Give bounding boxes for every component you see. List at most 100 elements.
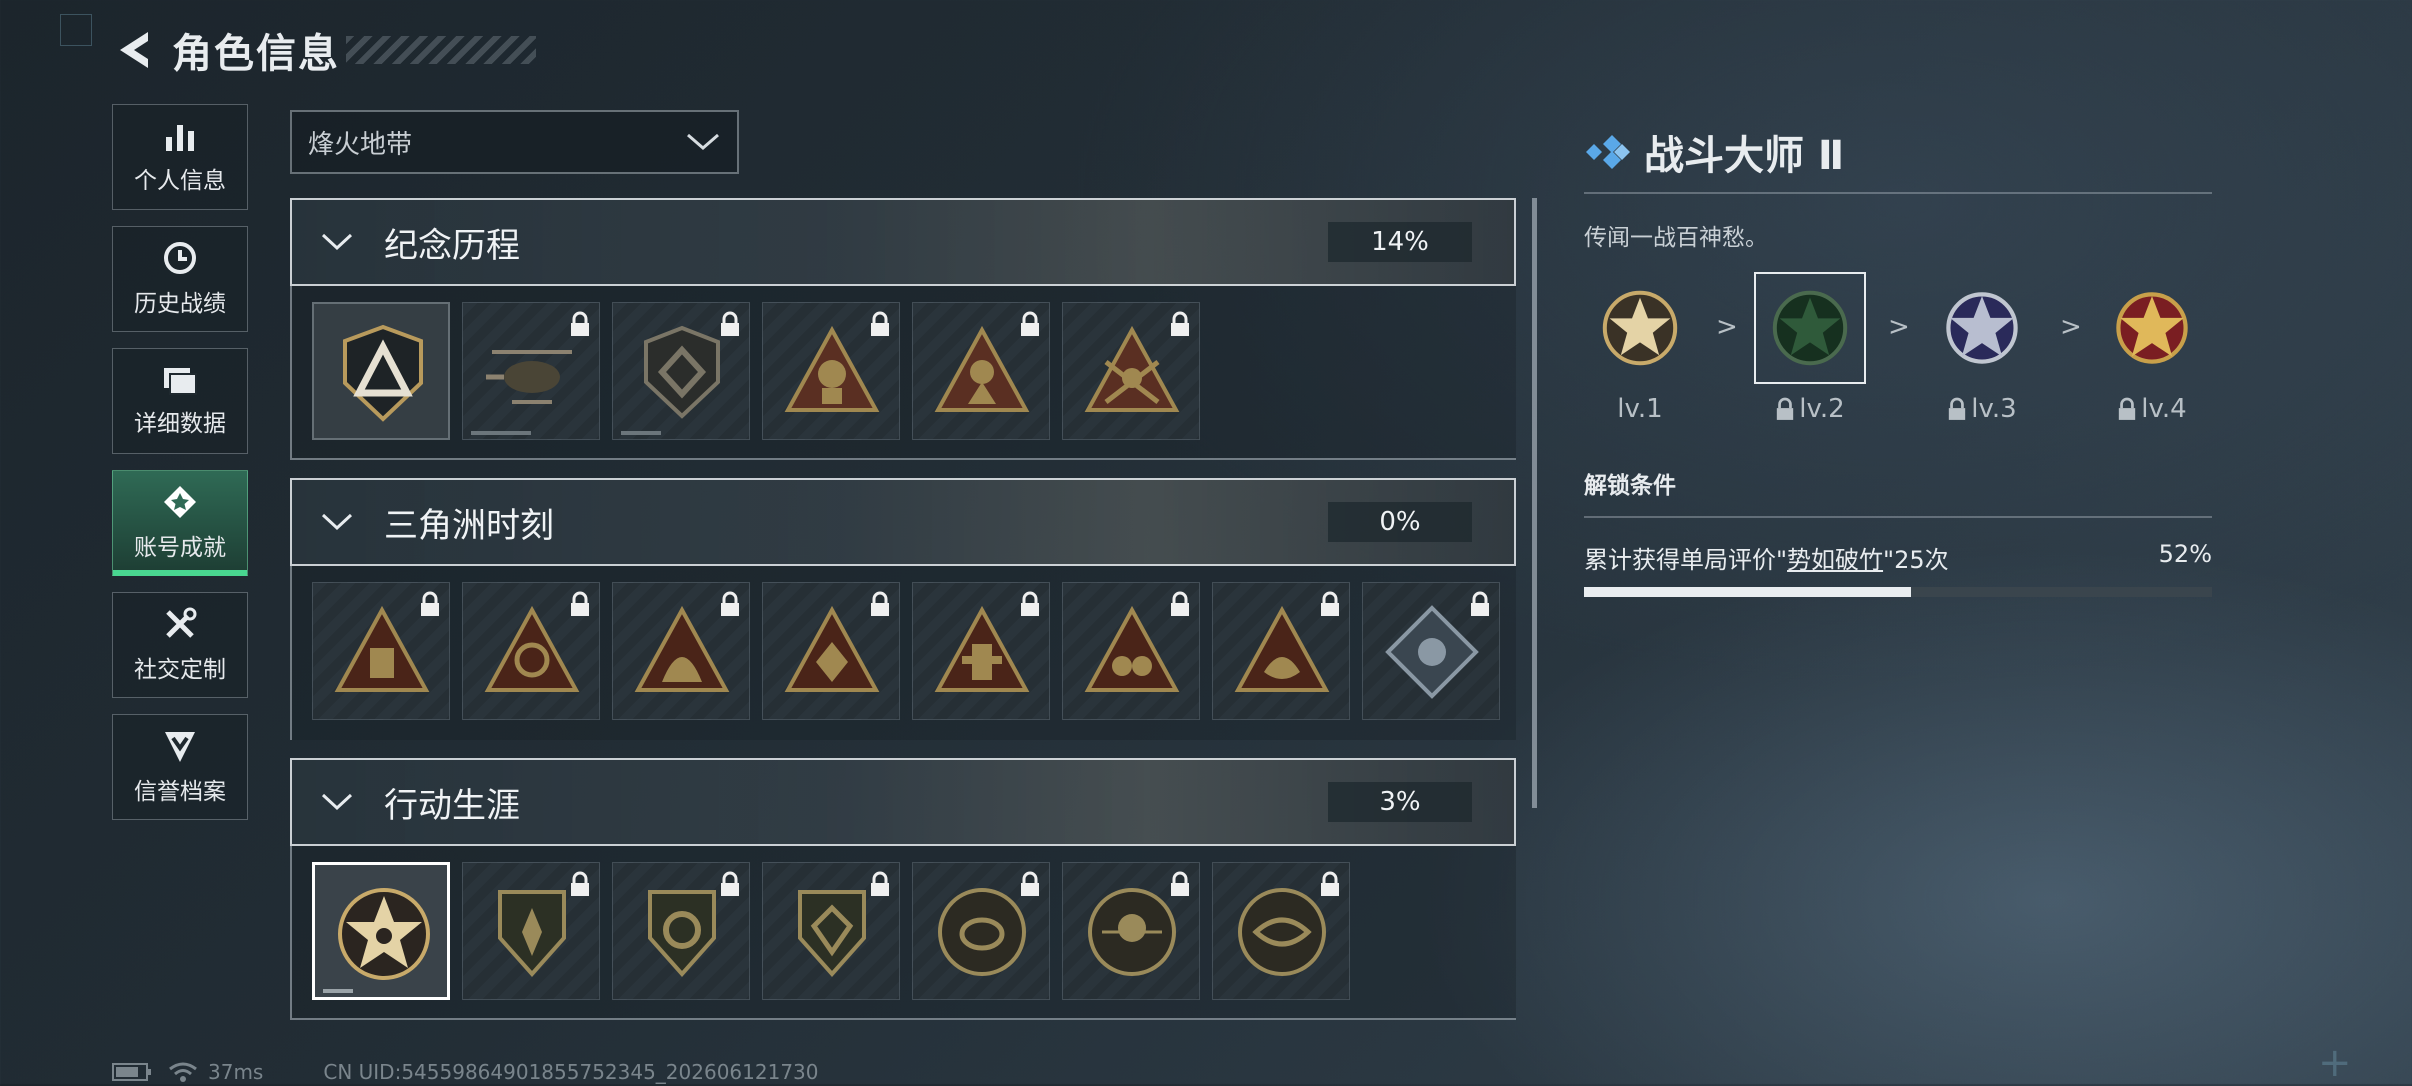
triangle-shield-emblem-icon (343, 324, 423, 422)
tools-icon (166, 607, 197, 638)
folder-icon (164, 368, 197, 395)
lock-icon (1471, 591, 1489, 616)
achievement-description: 传闻一战百神愁。 (1584, 225, 1768, 251)
condition-progress-fill (1584, 587, 1911, 597)
triangle-emblem-icon (634, 605, 730, 692)
diamond-cluster-icon (1586, 135, 1630, 169)
round-emblem-icon (938, 888, 1026, 976)
star-medal-icon (1602, 290, 1678, 366)
section-title: 纪念历程 (384, 225, 520, 266)
triangle-emblem-icon (934, 605, 1030, 692)
lock-icon (1021, 591, 1039, 616)
condition-progress-bar (1584, 587, 2212, 597)
badge-triangle-red-4[interactable] (762, 582, 900, 720)
section-title: 行动生涯 (384, 785, 520, 826)
sidebar-item-personal-info[interactable]: 个人信息 (112, 104, 248, 210)
badge-triangle-soldier-1[interactable] (762, 302, 900, 440)
triangle-soldier-emblem-icon (784, 325, 880, 412)
plus-decoration: + (2318, 1040, 2352, 1086)
triangle-emblem-icon (1084, 605, 1180, 692)
lock-icon (1021, 311, 1039, 336)
back-button[interactable] (110, 26, 158, 74)
badge-triangle-red-2[interactable] (462, 582, 600, 720)
divider (1584, 192, 2212, 194)
level-track: lv.1 > lv.2 > lv.3 > lv.4 (1584, 272, 2212, 452)
mode-dropdown-value: 烽火地带 (308, 129, 413, 160)
lock-icon (2119, 397, 2136, 420)
badge-round-3[interactable] (1212, 862, 1350, 1000)
badge-shield-bolt[interactable] (462, 862, 600, 1000)
badge-triangle-soldier-2[interactable] (912, 302, 1050, 440)
section-body-delta-moments (290, 566, 1516, 740)
badge-progress (471, 431, 531, 435)
sidebar-item-achievements[interactable]: 账号成就 (112, 470, 248, 576)
sidebar-item-social[interactable]: 社交定制 (112, 592, 248, 698)
sidebar-item-details[interactable]: 详细数据 (112, 348, 248, 454)
badge-round-1[interactable] (912, 862, 1050, 1000)
list-scrollbar[interactable] (1532, 198, 1537, 808)
achievement-title: 战斗大师 Ⅱ (1644, 133, 1845, 179)
sidebar: 个人信息 历史战绩 详细数据 账号成就 社交定制 信誉档案 (112, 104, 250, 836)
shield-emblem-icon (798, 890, 866, 978)
badge-combat-master[interactable] (312, 862, 450, 1000)
badge-shield-circle[interactable] (612, 862, 750, 1000)
level-separator: > (1888, 312, 1910, 342)
achievement-detail-panel: 战斗大师 Ⅱ 传闻一战百神愁。 lv.1 > lv.2 > lv.3 > lv.… (1584, 122, 2212, 597)
section-percent: 0% (1328, 502, 1472, 542)
level-2[interactable]: lv.2 (1754, 272, 1866, 424)
ping-text: 37ms (208, 1060, 264, 1084)
section-header-delta-moments[interactable]: 三角洲时刻 0% (290, 478, 1516, 566)
badge-triangle-red-6[interactable] (1062, 582, 1200, 720)
level-label: lv.1 (1617, 394, 1663, 424)
sidebar-item-label: 历史战绩 (134, 291, 226, 317)
lock-icon (721, 871, 739, 896)
lock-icon (1777, 397, 1794, 420)
star-medal-emblem-icon (338, 888, 430, 980)
section-header-memorial[interactable]: 纪念历程 14% (290, 198, 1516, 286)
badge-diamond-emblem[interactable] (1362, 582, 1500, 720)
round-emblem-icon (1238, 888, 1326, 976)
badge-triangle-soldier-3[interactable] (1062, 302, 1200, 440)
diamond-shield-emblem-icon (644, 325, 720, 419)
level-3[interactable]: lv.3 (1926, 272, 2038, 424)
triangle-emblem-icon (484, 605, 580, 692)
diamond-emblem-icon (1385, 605, 1479, 699)
unlock-conditions-title: 解锁条件 (1584, 473, 1676, 499)
lock-icon (571, 871, 589, 896)
mode-dropdown[interactable]: 烽火地带 (290, 110, 739, 174)
shield-emblem-icon (498, 890, 566, 978)
chevron-down-icon (321, 233, 353, 251)
lock-icon (871, 591, 889, 616)
badge-round-2[interactable] (1062, 862, 1200, 1000)
condition-highlight: 势如破竹 (1787, 546, 1884, 574)
sidebar-item-history[interactable]: 历史战绩 (112, 226, 248, 332)
badge-shield-gem[interactable] (762, 862, 900, 1000)
badge-progress (621, 431, 661, 435)
triangle-emblem-icon (1234, 605, 1330, 692)
badge-triangle-emblem[interactable] (312, 302, 450, 440)
star-medal-green-icon (1772, 290, 1848, 366)
section-body-memorial (290, 286, 1516, 460)
lock-icon (1171, 311, 1189, 336)
badge-helicopter[interactable] (462, 302, 600, 440)
chevron-down-icon (321, 793, 353, 811)
divider (1584, 516, 2212, 518)
lock-icon (1949, 397, 1966, 420)
badge-triangle-red-1[interactable] (312, 582, 450, 720)
triangle-soldier-emblem-icon (1084, 325, 1180, 412)
section-percent: 3% (1328, 782, 1472, 822)
level-1[interactable]: lv.1 (1584, 272, 1696, 424)
badge-triangle-red-3[interactable] (612, 582, 750, 720)
level-4[interactable]: lv.4 (2096, 272, 2208, 424)
badge-triangle-red-7[interactable] (1212, 582, 1350, 720)
sidebar-item-reputation[interactable]: 信誉档案 (112, 714, 248, 820)
section-percent: 14% (1328, 222, 1472, 262)
badge-diamond-shield[interactable] (612, 302, 750, 440)
badge-triangle-red-5[interactable] (912, 582, 1050, 720)
battery-icon (112, 1063, 151, 1081)
lock-icon (871, 311, 889, 336)
unlock-condition-row: 累计获得单局评价"势如破竹"25次 52% (1584, 540, 2212, 575)
sidebar-item-label: 社交定制 (134, 657, 226, 683)
shield-emblem-icon (648, 890, 716, 978)
section-header-operation-career[interactable]: 行动生涯 3% (290, 758, 1516, 846)
